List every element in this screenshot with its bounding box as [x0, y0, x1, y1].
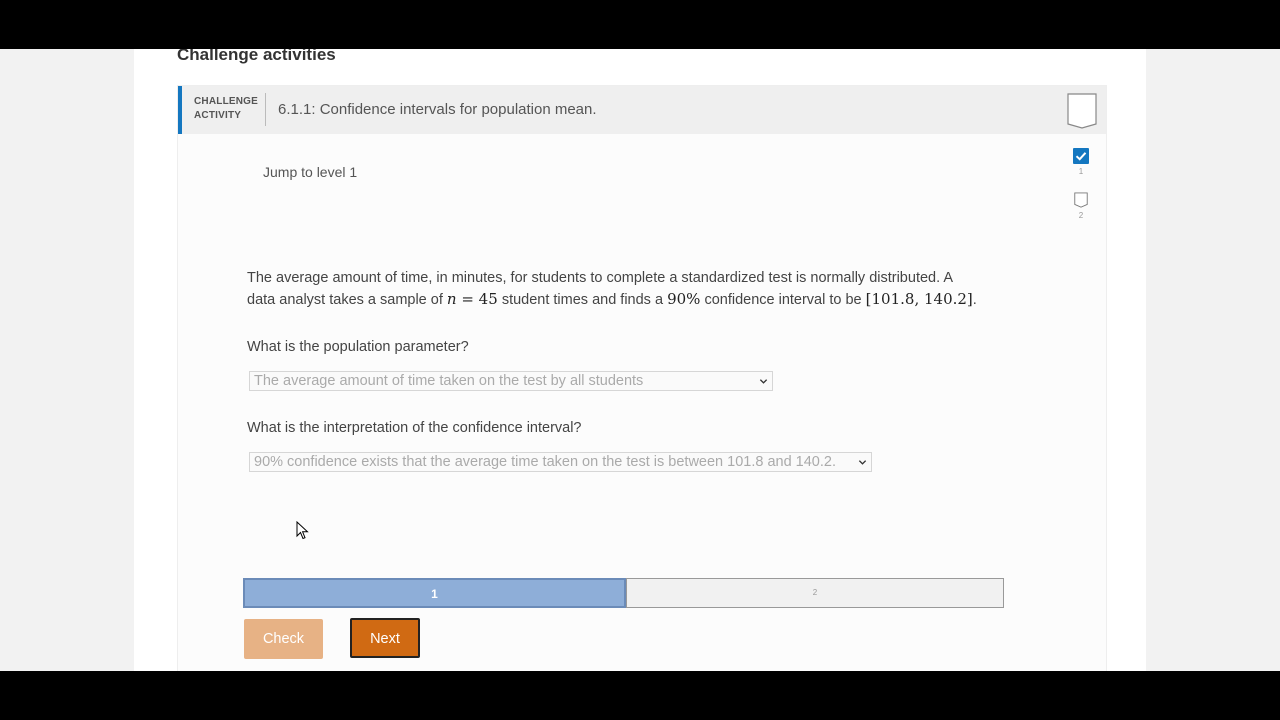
challenge-activity-card: CHALLENGE ACTIVITY 6.1.1: Confidence int…	[177, 85, 1107, 671]
level-shield-icon[interactable]	[1073, 192, 1089, 208]
checkbox-checked-icon[interactable]	[1073, 148, 1089, 164]
question-2-prompt: What is the interpretation of the confid…	[247, 420, 582, 436]
math-confidence-level: 90%	[667, 290, 701, 308]
level-progress-bar: 1 2	[243, 578, 1004, 608]
problem-line1: The average amount of time, in minutes, …	[247, 270, 954, 286]
progress-segment-1[interactable]: 1	[243, 578, 626, 608]
level-item-2[interactable]: 2	[1072, 192, 1090, 236]
level-number-1: 1	[1078, 167, 1084, 176]
challenge-label-line2: ACTIVITY	[194, 110, 242, 121]
bookmark-icon[interactable]	[1067, 93, 1097, 129]
chevron-down-icon	[759, 379, 768, 384]
population-parameter-select[interactable]: The average amount of time taken on the …	[249, 371, 773, 391]
select-2-value: 90% confidence exists that the average t…	[254, 454, 836, 470]
math-sample-size: n = 45	[447, 290, 498, 308]
problem-end: .	[972, 292, 977, 308]
select-1-value: The average amount of time taken on the …	[254, 373, 644, 389]
chevron-down-icon	[858, 460, 867, 465]
jump-to-level-link[interactable]: Jump to level 1	[263, 164, 357, 180]
problem-line2-b: student times and finds a	[501, 292, 664, 308]
math-n-eq: = 45	[456, 290, 498, 308]
next-button[interactable]: Next	[350, 618, 420, 658]
section-title: Challenge activities	[177, 49, 336, 64]
level-number-2: 2	[1078, 211, 1084, 220]
question-1-prompt: What is the population parameter?	[247, 339, 469, 355]
problem-statement: The average amount of time, in minutes, …	[247, 268, 1017, 311]
level-list: 1 2	[1072, 148, 1090, 236]
activity-title: 6.1.1: Confidence intervals for populati…	[278, 101, 597, 118]
check-button[interactable]: Check	[244, 619, 323, 659]
problem-line2-a: data analyst takes a sample of	[247, 292, 443, 308]
interpretation-select[interactable]: 90% confidence exists that the average t…	[249, 452, 872, 472]
math-interval: [101.8, 140.2]	[865, 290, 973, 308]
level-item-1[interactable]: 1	[1072, 148, 1090, 192]
problem-line2-c: confidence interval to be	[704, 292, 862, 308]
progress-segment-2[interactable]: 2	[626, 578, 1004, 608]
mouse-cursor-icon	[296, 521, 309, 540]
header-divider	[265, 93, 266, 126]
activity-header: CHALLENGE ACTIVITY 6.1.1: Confidence int…	[178, 86, 1106, 134]
challenge-label-line1: CHALLENGE	[194, 96, 259, 107]
math-n-var: n	[446, 290, 457, 308]
challenge-activity-label: CHALLENGE ACTIVITY	[194, 95, 258, 123]
browser-viewport: Challenge activities CHALLENGE ACTIVITY …	[0, 49, 1280, 671]
